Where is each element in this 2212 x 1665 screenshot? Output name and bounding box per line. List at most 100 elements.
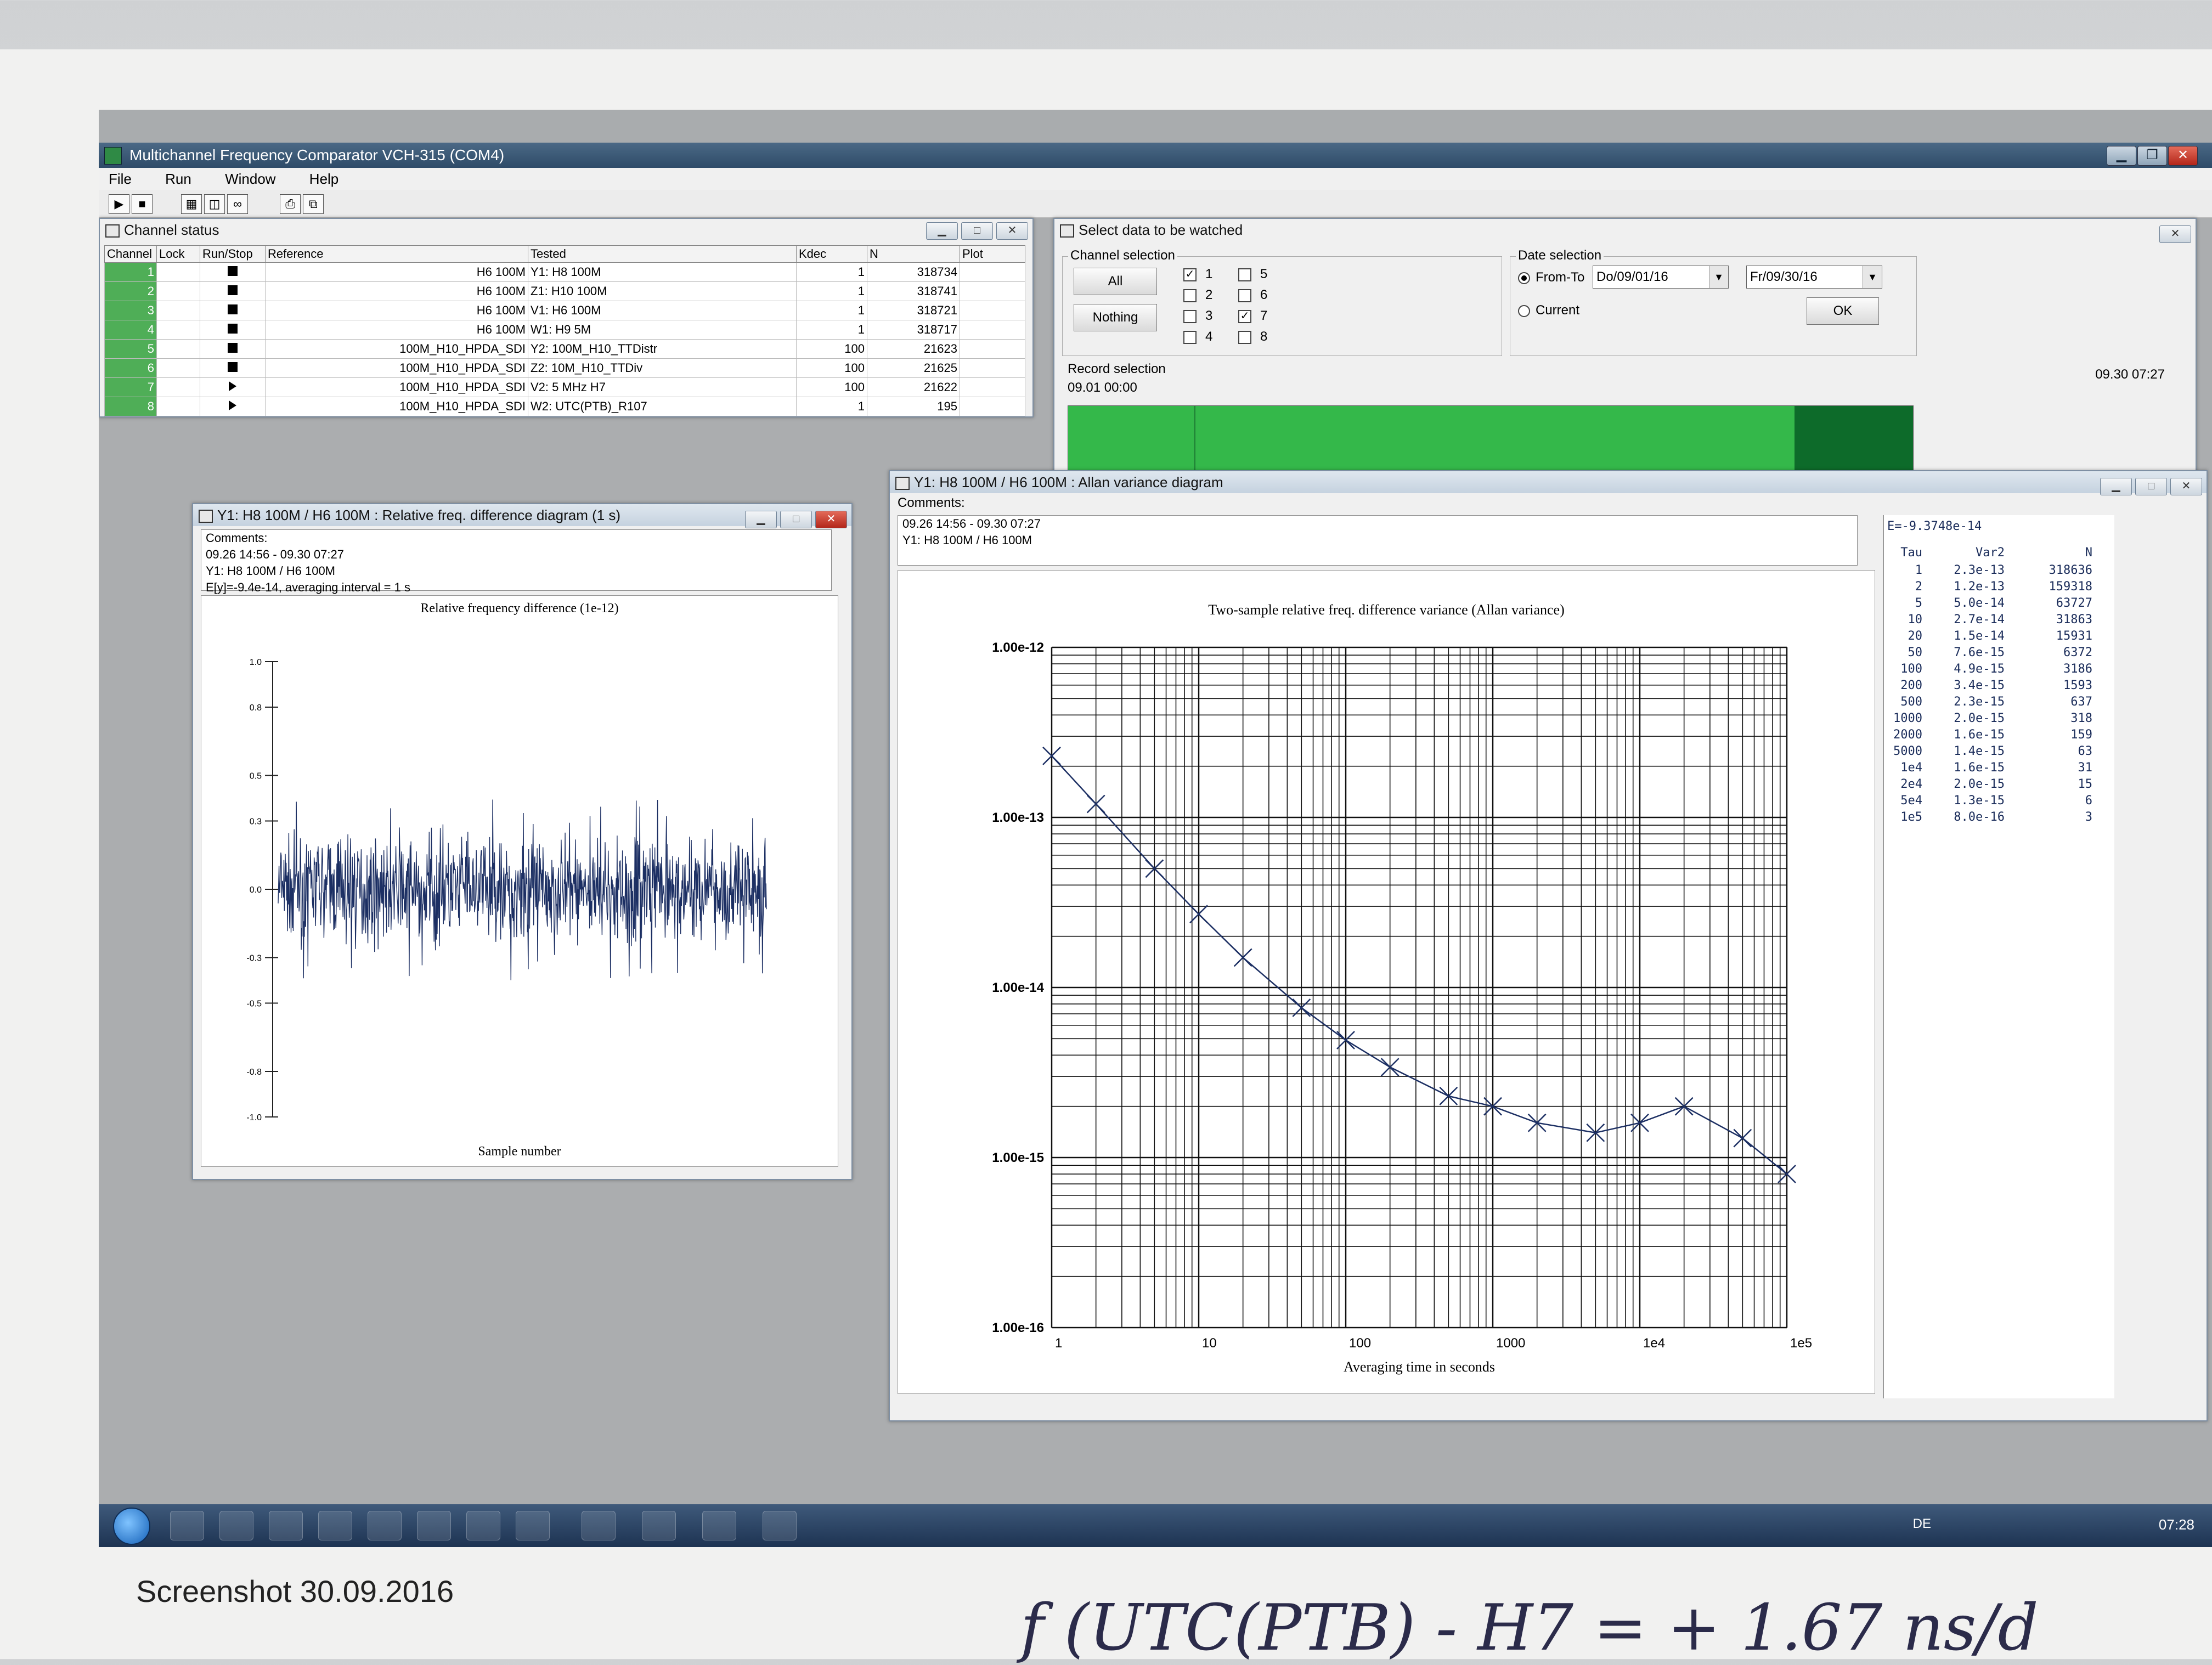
channel-checkbox-2[interactable]: 2 xyxy=(1183,287,1212,303)
app-icon[interactable] xyxy=(368,1511,402,1540)
copy-icon[interactable]: ⧉ xyxy=(303,194,324,214)
col-reference[interactable]: Reference xyxy=(265,245,528,263)
minimize-icon[interactable]: ▁ xyxy=(2107,146,2136,166)
taskbar-clock[interactable]: 07:28 xyxy=(2159,1516,2194,1533)
nothing-button[interactable]: Nothing xyxy=(1074,304,1157,331)
ie-icon[interactable] xyxy=(170,1511,204,1540)
maximize-icon[interactable]: □ xyxy=(2135,478,2167,495)
stop-icon[interactable] xyxy=(228,304,238,314)
col-channel[interactable]: Channel xyxy=(104,245,157,263)
to-date-select[interactable]: Fr/09/30/16 ▼ xyxy=(1746,266,1882,289)
channel-status-titlebar[interactable]: Channel status ▁ □ ✕ xyxy=(100,219,1032,241)
from-to-radio[interactable]: From-To xyxy=(1518,270,1584,285)
checkbox-icon[interactable] xyxy=(1183,289,1197,302)
table-row[interactable]: 7 100M_H10_HPDA_SDI V2: 5 MHz H7 100 21622 xyxy=(104,377,1025,397)
table-row[interactable]: 6 100M_H10_HPDA_SDI Z2: 10M_H10_TTDiv 100 21… xyxy=(104,358,1025,378)
current-label: Current xyxy=(1536,303,1580,318)
play-icon[interactable] xyxy=(229,400,236,410)
table-row[interactable]: 2 H6 100M Z1: H10 100M 1 318741 xyxy=(104,281,1025,301)
channel-checkbox-6[interactable]: 6 xyxy=(1238,287,1267,303)
app-icon[interactable] xyxy=(318,1511,352,1540)
language-indicator[interactable]: DE xyxy=(1913,1516,1931,1532)
minimize-icon[interactable]: ▁ xyxy=(745,511,777,528)
col-lock[interactable]: Lock xyxy=(156,245,200,263)
ok-button[interactable]: OK xyxy=(1807,297,1879,325)
channel-checkbox-8[interactable]: 8 xyxy=(1238,329,1267,345)
col-tested[interactable]: Tested xyxy=(528,245,797,263)
app-titlebar[interactable]: Multichannel Frequency Comparator VCH-31… xyxy=(99,143,2212,168)
freq-window-titlebar[interactable]: Y1: H8 100M / H6 100M : Relative freq. d… xyxy=(193,504,851,528)
restore-icon[interactable]: ❐ xyxy=(2137,146,2167,166)
stop-icon[interactable] xyxy=(228,324,238,334)
checkbox-icon[interactable] xyxy=(1238,268,1251,281)
current-radio[interactable]: Current xyxy=(1518,303,1579,318)
select-data-titlebar[interactable]: Select data to be watched ✕ xyxy=(1054,219,2196,243)
app-icon[interactable] xyxy=(642,1511,676,1540)
comment-line: Y1: H8 100M / H6 100M xyxy=(902,533,1032,547)
stats-cell: 1.6e-15 xyxy=(1954,761,2005,775)
chevron-down-icon[interactable]: ▼ xyxy=(1709,266,1728,288)
minimize-icon[interactable]: ▁ xyxy=(2100,478,2132,495)
channel-checkbox-1[interactable]: ✓ 1 xyxy=(1183,267,1212,282)
minimize-icon[interactable]: ▁ xyxy=(926,222,958,240)
table-row[interactable]: 8 100M_H10_HPDA_SDI W2: UTC(PTB)_R107 1 195 xyxy=(104,397,1025,416)
app-icon[interactable] xyxy=(582,1511,616,1540)
allan-comments-box[interactable]: 09.26 14:56 - 09.30 07:27 Y1: H8 100M / … xyxy=(898,515,1858,566)
checkbox-icon[interactable] xyxy=(1183,309,1197,323)
stop-icon[interactable] xyxy=(228,343,238,353)
close-icon[interactable]: ✕ xyxy=(996,222,1028,240)
close-icon[interactable]: ✕ xyxy=(2170,478,2202,495)
table-row[interactable]: 3 H6 100M V1: H6 100M 1 318721 xyxy=(104,301,1025,320)
stats-cell: 159 xyxy=(2070,728,2092,742)
allan-window-titlebar[interactable]: Y1: H8 100M / H6 100M : Allan variance d… xyxy=(890,471,2207,495)
freq-comments-box[interactable]: Comments: 09.26 14:56 - 09.30 07:27 Y1: … xyxy=(201,529,832,594)
col-kdec[interactable]: Kdec xyxy=(796,245,867,263)
chevron-down-icon[interactable]: ▼ xyxy=(1863,266,1882,288)
runstop-cell xyxy=(200,397,266,416)
table-row[interactable]: 5 100M_H10_HPDA_SDI Y2: 100M_H10_TTDistr 10… xyxy=(104,339,1025,359)
checkbox-icon[interactable] xyxy=(1238,289,1251,302)
close-icon[interactable]: ✕ xyxy=(815,511,847,528)
check-icon[interactable]: ✓ xyxy=(1238,309,1251,323)
check-icon[interactable]: ✓ xyxy=(1183,268,1197,281)
close-icon[interactable]: ✕ xyxy=(2159,225,2191,243)
play-icon[interactable] xyxy=(229,381,236,391)
media-icon[interactable] xyxy=(269,1511,303,1540)
stop-icon[interactable]: ■ xyxy=(132,194,153,214)
stop-icon[interactable] xyxy=(228,362,238,372)
all-button[interactable]: All xyxy=(1074,268,1157,295)
app-icon[interactable] xyxy=(417,1511,451,1540)
print-icon[interactable]: ⎙ xyxy=(280,194,301,214)
stop-icon[interactable] xyxy=(228,285,238,295)
checkbox-icon[interactable] xyxy=(1183,330,1197,344)
table-icon[interactable]: ▦ xyxy=(181,194,202,214)
app-icon[interactable] xyxy=(516,1511,550,1540)
maximize-icon[interactable]: □ xyxy=(961,222,993,240)
channel-checkbox-7[interactable]: ✓ 7 xyxy=(1238,308,1267,324)
app-icon[interactable] xyxy=(466,1511,500,1540)
folder-icon[interactable] xyxy=(219,1511,253,1540)
channel-checkbox-3[interactable]: 3 xyxy=(1183,308,1212,324)
from-date-select[interactable]: Do/09/01/16 ▼ xyxy=(1593,266,1729,289)
channel-checkbox-4[interactable]: 4 xyxy=(1183,329,1212,345)
maximize-icon[interactable]: □ xyxy=(780,511,812,528)
app-icon[interactable] xyxy=(763,1511,797,1540)
menu-window[interactable]: Window xyxy=(225,171,275,187)
chart-icon[interactable]: ◫ xyxy=(204,194,225,214)
channel-checkbox-5[interactable]: 5 xyxy=(1238,267,1267,282)
close-icon[interactable]: ✕ xyxy=(2168,146,2198,166)
menu-help[interactable]: Help xyxy=(309,171,338,187)
app-icon[interactable] xyxy=(702,1511,736,1540)
menu-file[interactable]: File xyxy=(109,171,132,187)
run-icon[interactable]: ▶ xyxy=(109,194,129,214)
table-row[interactable]: 4 H6 100M W1: H9 5M 1 318717 xyxy=(104,320,1025,340)
col-plot[interactable]: Plot xyxy=(960,245,1025,263)
table-row[interactable]: 1 H6 100M Y1: H8 100M 1 318734 xyxy=(104,262,1025,282)
stop-icon[interactable] xyxy=(228,266,238,276)
start-button[interactable] xyxy=(113,1508,150,1545)
col-runstop[interactable]: Run/Stop xyxy=(200,245,266,263)
binoculars-icon[interactable]: ∞ xyxy=(227,194,248,214)
col-n[interactable]: N xyxy=(867,245,960,263)
checkbox-icon[interactable] xyxy=(1238,330,1251,344)
menu-run[interactable]: Run xyxy=(165,171,191,187)
